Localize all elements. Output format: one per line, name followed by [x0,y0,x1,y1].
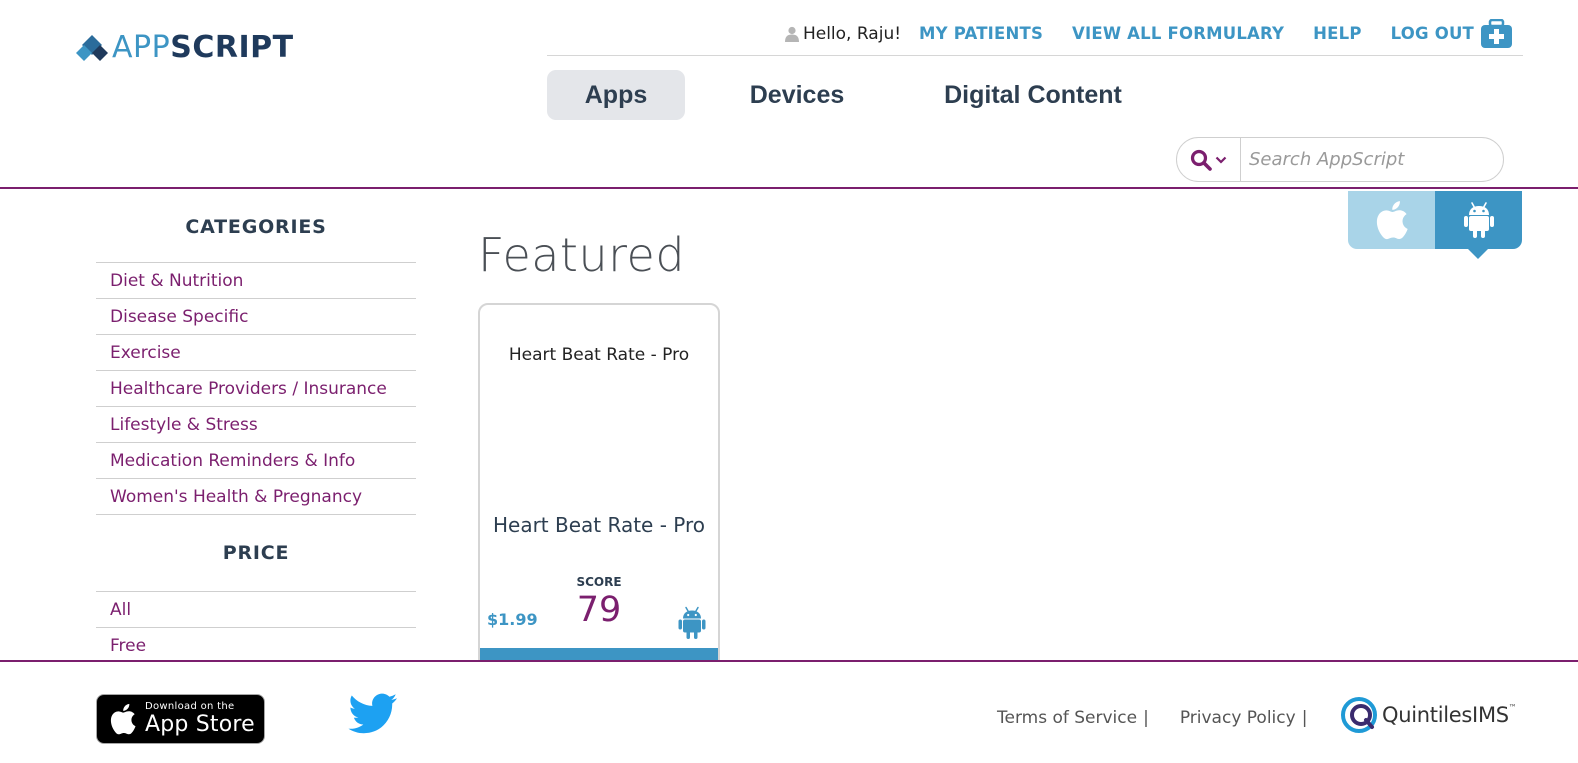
price-free[interactable]: Free [96,628,416,664]
view-all-formulary-link[interactable]: VIEW ALL FORMULARY [1072,24,1284,43]
site-footer: Download on the App Store Terms of Servi… [0,660,1578,763]
android-platform-button[interactable] [1435,191,1522,259]
app-card-image-title: Heart Beat Rate - Pro [508,345,690,365]
appscript-logo[interactable]: APPSCRIPT [76,30,294,66]
search-scope-button[interactable] [1177,138,1241,181]
category-diet-nutrition[interactable]: Diet & Nutrition [96,263,416,299]
chevron-down-icon [1215,156,1227,164]
help-link[interactable]: HELP [1313,24,1362,43]
greeting-text: Hello, Raju! [802,23,902,44]
logo-text-app: APP [112,30,171,65]
main-tabs: Apps Devices Digital Content [547,70,1157,120]
user-greeting: Hello, Raju! [784,23,902,44]
logo-mark-icon [76,35,108,61]
site-header: APPSCRIPT Hello, Raju! MY PATIENTS VIEW … [0,0,1578,189]
category-medication-reminders[interactable]: Medication Reminders & Info [96,443,416,479]
trademark-symbol: ™ [1508,703,1517,712]
quintilesims-logo[interactable]: QuintilesIMS™ [1340,696,1517,734]
app-card-name[interactable]: Heart Beat Rate - Pro [480,513,718,537]
footer-links: Terms of Service | Privacy Policy | [997,708,1338,728]
category-healthcare-providers-insurance[interactable]: Healthcare Providers / Insurance [96,371,416,407]
apple-icon [110,703,136,735]
app-price: $1.99 [487,610,538,629]
medkit-icon[interactable] [1480,18,1513,49]
privacy-policy-link[interactable]: Privacy Policy [1180,708,1296,728]
my-patients-link[interactable]: MY PATIENTS [919,24,1043,43]
apple-icon [1376,201,1408,240]
score-label: SCORE [576,575,622,589]
app-store-big-text: App Store [145,712,255,737]
logo-text: APPSCRIPT [112,30,294,66]
footer-separator: | [1143,708,1149,728]
price-heading: PRICE [96,515,416,592]
app-store-badge[interactable]: Download on the App Store [96,694,265,744]
platform-toggle [1348,191,1522,259]
log-out-link[interactable]: LOG OUT [1391,24,1474,43]
quintilesims-text: QuintilesIMS™ [1382,703,1517,727]
android-icon [678,606,706,639]
search-input[interactable] [1241,139,1503,180]
footer-separator: | [1301,708,1308,728]
categories-heading: CATEGORIES [96,189,416,263]
price-all[interactable]: All [96,592,416,628]
app-store-text: Download on the App Store [145,701,255,737]
search-bar [1176,137,1504,182]
partner-name: QuintilesIMS [1382,703,1509,727]
twitter-icon[interactable] [348,693,398,735]
quintilesims-mark-icon [1341,697,1377,733]
apple-platform-button[interactable] [1348,191,1435,249]
category-lifestyle-stress[interactable]: Lifestyle & Stress [96,407,416,443]
sidebar: CATEGORIES Diet & Nutrition Disease Spec… [96,189,416,664]
search-icon [1190,149,1212,171]
app-card[interactable]: Heart Beat Rate - Pro Heart Beat Rate - … [478,303,720,683]
user-icon [784,26,799,42]
category-womens-health[interactable]: Women's Health & Pregnancy [96,479,416,515]
logo-text-script: SCRIPT [170,30,294,65]
tab-apps[interactable]: Apps [547,70,685,120]
android-icon [1463,202,1494,238]
category-disease-specific[interactable]: Disease Specific [96,299,416,335]
category-exercise[interactable]: Exercise [96,335,416,371]
terms-of-service-link[interactable]: Terms of Service [997,708,1137,728]
featured-heading: Featured [478,228,686,282]
top-navigation: Hello, Raju! MY PATIENTS VIEW ALL FORMUL… [547,12,1523,56]
tab-devices[interactable]: Devices [685,70,909,120]
tab-digital-content[interactable]: Digital Content [909,70,1157,120]
